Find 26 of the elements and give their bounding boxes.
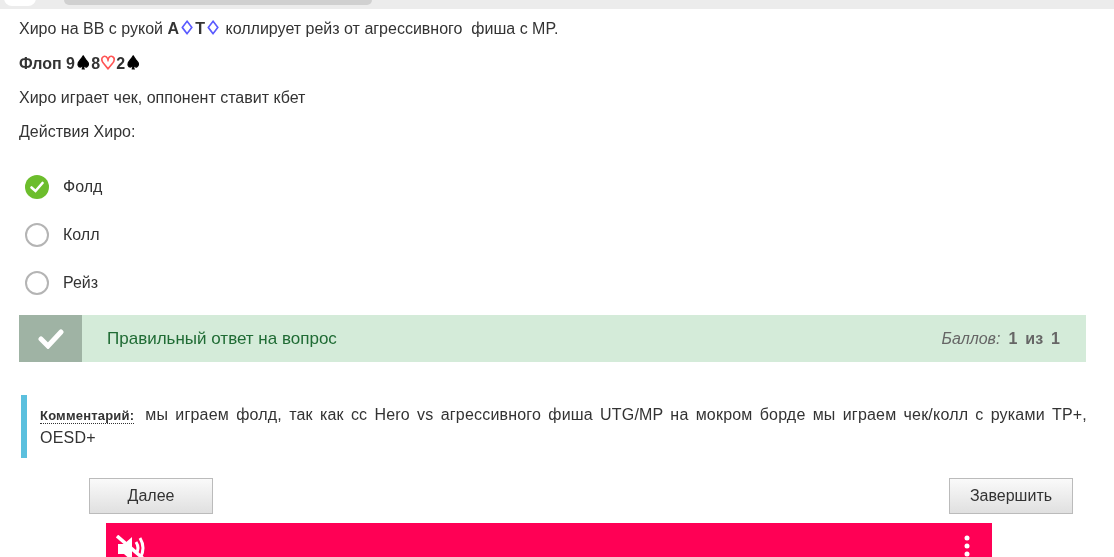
- suit-icon: ♡: [100, 52, 117, 73]
- score-value: 1: [1008, 328, 1018, 349]
- option-label: Фолд: [63, 177, 103, 197]
- radio-button[interactable]: [25, 271, 49, 295]
- next-button[interactable]: Далее: [89, 478, 213, 514]
- question-text: Хиро играет чек, оппонент ставит кбет: [19, 88, 307, 107]
- question-text: Действия Хиро:: [19, 122, 137, 141]
- finish-button[interactable]: Завершить: [949, 478, 1073, 514]
- score-label: Баллов:: [941, 328, 1001, 349]
- radio-button[interactable]: [25, 223, 49, 247]
- comment-text: Комментарий: мы играем фолд, так как cc Hero vs агрессивного фиша UTG/MP на мокром борде мы играем чек/колл с руками TP+, OESD+: [40, 405, 1087, 448]
- suit-icon: ♠: [125, 52, 142, 73]
- option-label: Колл: [63, 225, 100, 245]
- score-max: 1: [1051, 328, 1060, 349]
- question-text: Хиро на BB с рукой A♢T♢ коллирует рейз от агрессивного фиша с MP.: [19, 18, 560, 38]
- feedback-message: Правильный ответ на вопрос: [107, 327, 337, 350]
- suit-icon: ♢: [204, 17, 222, 38]
- check-icon: [30, 181, 44, 193]
- radio-button[interactable]: [25, 175, 49, 199]
- suit-icon: ♢: [179, 17, 196, 38]
- suit-icon: ♠: [75, 52, 92, 73]
- score-of: из: [1025, 328, 1044, 349]
- check-icon: [37, 328, 64, 349]
- option-label: Рейз: [63, 273, 99, 293]
- question-text: Флоп 9♠8♡2♠: [19, 53, 143, 73]
- more-icon[interactable]: [964, 535, 970, 557]
